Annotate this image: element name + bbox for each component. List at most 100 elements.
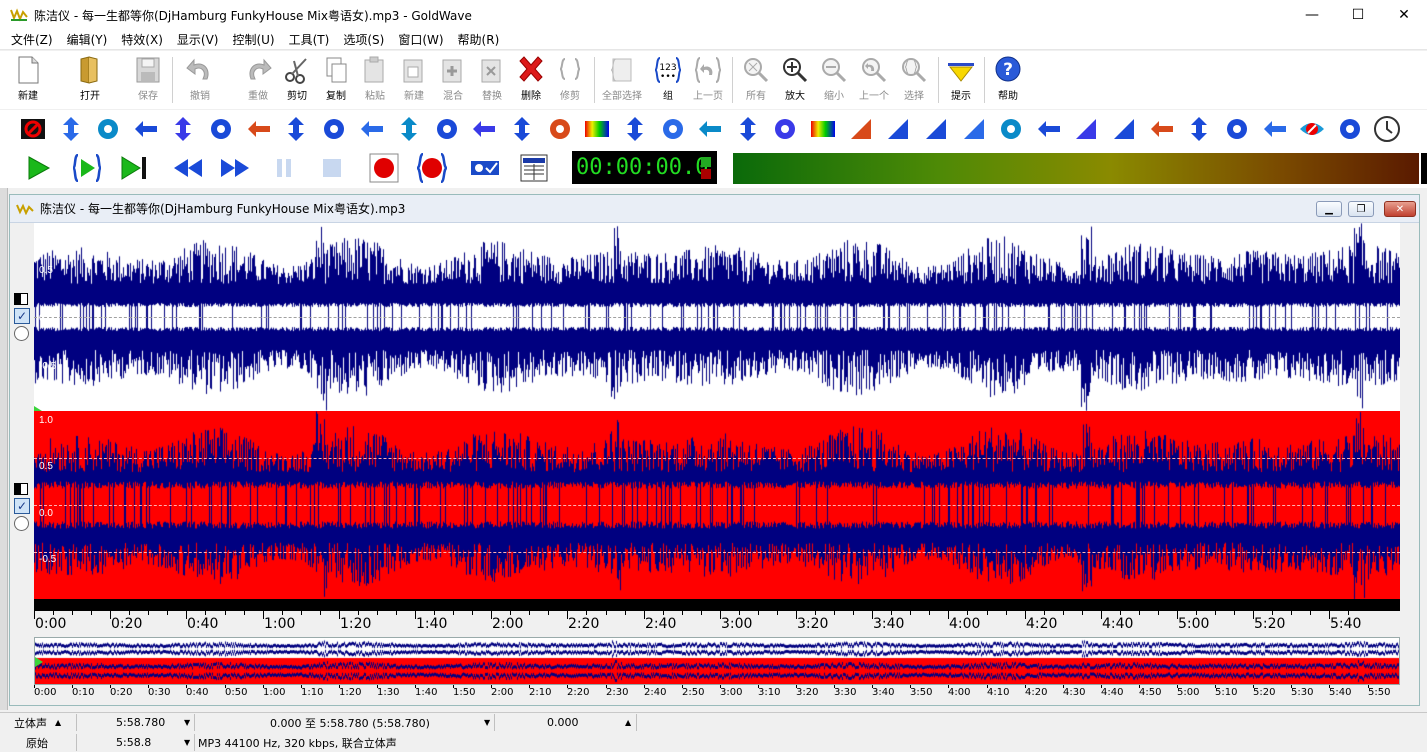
left-channel-waveform[interactable]: 0.5 0.0 -0.5 <box>34 223 1400 411</box>
dynamics-button[interactable] <box>206 114 236 144</box>
fast-forward-button[interactable] <box>217 150 253 186</box>
volume-auto-button[interactable] <box>1109 114 1139 144</box>
menu-file[interactable]: 文件(Z) <box>4 31 60 48</box>
offset-button[interactable] <box>469 114 499 144</box>
hint-button[interactable]: 提示 <box>941 55 981 105</box>
new-button[interactable]: 新建 <box>8 55 48 105</box>
paste-button[interactable]: 粘贴 <box>355 55 395 105</box>
right-channel-solo-radio[interactable] <box>14 516 29 531</box>
voice-remove-button[interactable] <box>770 114 800 144</box>
left-channel-solo-radio[interactable] <box>14 326 29 341</box>
filter-button[interactable] <box>394 114 424 144</box>
close-button[interactable]: ✕ <box>1381 0 1427 30</box>
minimize-button[interactable]: — <box>1289 0 1335 30</box>
delete-button[interactable]: 删除 <box>511 55 551 105</box>
mix-button[interactable]: 混合 <box>433 55 473 105</box>
maximize-button[interactable]: ☐ <box>1335 0 1381 30</box>
left-channel-checkbox[interactable]: ✓ <box>14 308 30 324</box>
spectrum-filter-button[interactable] <box>620 114 650 144</box>
menu-control[interactable]: 控制(U) <box>225 31 281 48</box>
position-status[interactable]: 0.000 ▲ <box>547 714 637 731</box>
time-warp-button[interactable] <box>695 114 725 144</box>
play-selection-button[interactable] <box>69 150 105 186</box>
stop-button[interactable] <box>1297 114 1327 144</box>
match-volume-button[interactable] <box>996 114 1026 144</box>
right-channel-checkbox[interactable]: ✓ <box>14 498 30 514</box>
menu-options[interactable]: 选项(S) <box>336 31 391 48</box>
record-button[interactable] <box>366 150 402 186</box>
overview-waveform[interactable] <box>34 637 1400 685</box>
resample-button[interactable] <box>1184 114 1214 144</box>
menu-view[interactable]: 显示(V) <box>170 31 226 48</box>
mechanize-button[interactable] <box>319 114 349 144</box>
replace-button[interactable]: 替换 <box>472 55 512 105</box>
short-length-status[interactable]: 5:58.8 ▼ <box>116 734 192 751</box>
prev-page-button[interactable]: 上一页 <box>688 55 728 105</box>
group-button[interactable]: 123 ••• 组 <box>648 55 688 105</box>
insert-silence-button[interactable] <box>1147 114 1177 144</box>
clock-button[interactable] <box>1372 114 1402 144</box>
swap-button[interactable] <box>1260 114 1290 144</box>
fade-in-button[interactable] <box>921 114 951 144</box>
repeat-button[interactable] <box>1335 114 1365 144</box>
trim-button[interactable]: 修剪 <box>550 55 590 105</box>
zoom-select-button[interactable]: 选择 <box>894 55 934 105</box>
expand-compress-button[interactable] <box>56 114 86 144</box>
channel-button[interactable] <box>1222 114 1252 144</box>
monitor-button[interactable] <box>467 150 503 186</box>
menu-help[interactable]: 帮助(R) <box>451 31 507 48</box>
reverse-button[interactable] <box>507 114 537 144</box>
stop-button[interactable] <box>314 150 350 186</box>
doppler-button[interactable] <box>168 114 198 144</box>
visual-button[interactable] <box>516 150 552 186</box>
invert-button[interactable] <box>281 114 311 144</box>
noise-reduction-button[interactable] <box>658 114 688 144</box>
zoom-out-button[interactable]: 缩小 <box>814 55 854 105</box>
cross-fade-button[interactable] <box>131 114 161 144</box>
menu-effects[interactable]: 特效(X) <box>114 31 170 48</box>
pitch-button[interactable] <box>545 114 575 144</box>
redo-button[interactable]: 重做 <box>238 55 278 105</box>
stereo-toggle-icon[interactable] <box>14 293 28 305</box>
zoom-in-button[interactable]: 放大 <box>775 55 815 105</box>
paste-new-button[interactable]: 新建 <box>394 55 434 105</box>
open-button[interactable]: 打开 <box>70 55 110 105</box>
menu-tools[interactable]: 工具(T) <box>282 31 337 48</box>
waveform-area[interactable]: 0.5 0.0 -0.5 1.0 0.5 0.0 -0.5 <box>34 223 1400 599</box>
volume-limit-button[interactable] <box>1071 114 1101 144</box>
menu-window[interactable]: 窗口(W) <box>391 31 450 48</box>
pop-click-button[interactable] <box>733 114 763 144</box>
equalizer-button[interactable] <box>582 114 612 144</box>
pause-button[interactable] <box>266 150 302 186</box>
max-volume-button[interactable] <box>1034 114 1064 144</box>
cut-button[interactable]: 剪切 <box>277 55 317 105</box>
doc-minimize-button[interactable]: ▁ <box>1316 201 1342 217</box>
select-all-button[interactable]: 全部选择 <box>602 55 642 105</box>
save-button[interactable]: 保存 <box>128 55 168 105</box>
volume-shape-button[interactable] <box>883 114 913 144</box>
overview-marker-icon[interactable] <box>35 657 43 667</box>
rewind-button[interactable] <box>170 150 206 186</box>
undo-button[interactable]: 撤销 <box>180 55 220 105</box>
help-button[interactable]: ? 帮助 <box>988 55 1028 105</box>
record-selection-button[interactable] <box>414 150 450 186</box>
selection-status[interactable]: 0.000 至 5:58.780 (5:58.780) ▼ <box>270 714 494 731</box>
copy-button[interactable]: 复制 <box>316 55 356 105</box>
play-to-end-button[interactable] <box>116 150 152 186</box>
dc-offset-button[interactable] <box>18 114 48 144</box>
band-button[interactable] <box>432 114 462 144</box>
length-status[interactable]: 5:58.780 ▼ <box>116 714 192 731</box>
echo-button[interactable] <box>93 114 123 144</box>
pan-button[interactable] <box>357 114 387 144</box>
spectrum-button[interactable] <box>808 114 838 144</box>
stereo-toggle-icon[interactable] <box>14 483 28 495</box>
play-button[interactable] <box>20 150 56 186</box>
volume-button[interactable] <box>846 114 876 144</box>
time-ruler[interactable]: 0:00 0:20 0:40 1:00 1:20 1:40 2:00 2:20 2:40 3:00… <box>34 599 1400 633</box>
zoom-all-button[interactable]: 所有 <box>736 55 776 105</box>
zoom-prev-button[interactable]: 上一个 <box>854 55 894 105</box>
right-channel-waveform[interactable]: 1.0 0.5 0.0 -0.5 <box>34 411 1400 599</box>
channel-status[interactable]: 立体声 ▲ <box>14 714 74 731</box>
fade-out-button[interactable] <box>959 114 989 144</box>
menu-edit[interactable]: 编辑(Y) <box>60 31 115 48</box>
